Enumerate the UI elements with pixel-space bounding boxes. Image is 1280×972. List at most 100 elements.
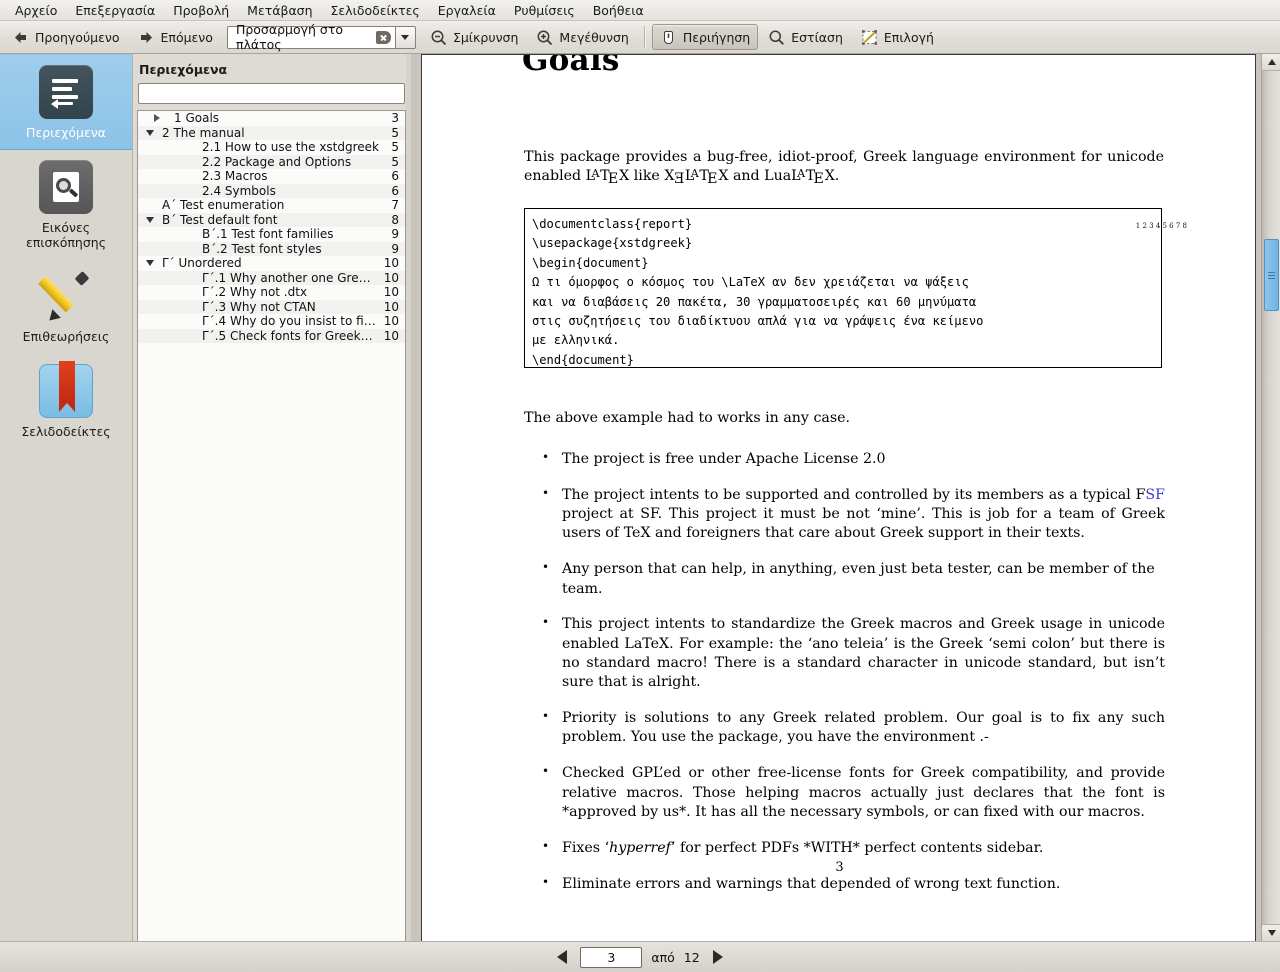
- zoom-out-icon: [430, 29, 447, 46]
- sidebar-item-bookmarks[interactable]: Σελιδοδείκτες: [0, 354, 132, 448]
- contents-panel: Περιεχόμενα 1 Goals 3 2 The manual 5 2.1 How…: [133, 54, 411, 941]
- zoom-tool-button[interactable]: Εστίαση: [760, 24, 851, 50]
- menu-bookmarks[interactable]: Σελιδοδείκτες: [322, 1, 429, 20]
- toc-row[interactable]: Β΄ Test default font 8: [138, 212, 405, 227]
- toc-row[interactable]: 2 The manual 5: [138, 125, 405, 140]
- scroll-up-button[interactable]: [1262, 54, 1280, 71]
- zoom-in-icon: [536, 29, 553, 46]
- menu-edit-label: Επεξεργασία: [75, 2, 156, 18]
- menu-go[interactable]: Μετάβαση: [238, 1, 321, 20]
- menu-file[interactable]: Αρχείο: [6, 1, 66, 20]
- browse-tool-button[interactable]: Περιήγηση: [651, 24, 759, 50]
- document-view: Goals This package provides a bug-free, …: [411, 54, 1280, 941]
- collapse-triangle-icon[interactable]: [138, 260, 162, 267]
- toc-row[interactable]: 2.1 How to use the xstdgreek 5: [138, 140, 405, 155]
- scroll-down-button[interactable]: [1262, 924, 1280, 941]
- sidebar-item-thumbnails-label: Εικόνες επισκόπησης: [25, 220, 107, 250]
- hand-browse-icon: [660, 29, 677, 46]
- sf-link[interactable]: SF: [1145, 487, 1165, 503]
- zoom-level-combobox[interactable]: Προσαρμογή στο πλάτος: [226, 22, 416, 52]
- menu-tools[interactable]: Εργαλεία: [429, 1, 505, 20]
- menu-settings-label: Ρυθμίσεις: [513, 2, 575, 18]
- toc-row-page: 6: [391, 169, 399, 184]
- toc-row[interactable]: Β΄.1 Test font families 9: [138, 227, 405, 242]
- document-scroll-area[interactable]: Goals This package provides a bug-free, …: [411, 54, 1280, 941]
- toc-row[interactable]: Γ΄.4 Why do you insist to fix the PDF 10: [138, 314, 405, 329]
- toc-row-label: Β΄.2 Test font styles: [202, 241, 322, 256]
- zoom-out-label: Σμίκρυνση: [452, 29, 519, 45]
- collapse-triangle-icon[interactable]: [138, 216, 162, 223]
- document-vertical-scrollbar[interactable]: [1261, 54, 1280, 941]
- menu-go-label: Μετάβαση: [247, 2, 313, 18]
- toc-row-page: 5: [391, 125, 399, 140]
- sidebar-item-reviews-label: Επιθεωρήσεις: [22, 329, 110, 345]
- next-page-status-button[interactable]: [709, 948, 727, 966]
- sidebar-item-reviews[interactable]: Επιθεωρήσεις: [0, 259, 132, 353]
- toc-row-page: 5: [391, 154, 399, 169]
- after-code-paragraph: The above example had to works in any ca…: [524, 410, 851, 426]
- toc-row-page: 10: [383, 328, 399, 343]
- sidebar-item-bookmarks-label: Σελιδοδείκτες: [21, 423, 111, 439]
- toc-row-label: Γ΄.4 Why do you insist to fix the PDF: [202, 314, 376, 329]
- main-toolbar: Προηγούμενο Επόμενο Προσαρμογή στο πλάτο…: [0, 21, 1280, 54]
- selection-tool-button[interactable]: Επιλογή: [853, 24, 942, 50]
- toc-row[interactable]: Γ΄.5 Check fonts for Greek support 10: [138, 328, 405, 343]
- zoom-level-field[interactable]: Προσαρμογή στο πλάτος: [226, 22, 395, 52]
- code-text: \documentclass{report} \usepackage{xstdg…: [532, 217, 984, 367]
- code-block: \documentclass{report} \usepackage{xstdg…: [524, 208, 1187, 368]
- menu-view[interactable]: Προβολή: [164, 1, 238, 20]
- toc-row[interactable]: Β΄.2 Test font styles 9: [138, 241, 405, 256]
- zoom-level-value: Προσαρμογή στο πλάτος: [235, 22, 344, 52]
- toc-row[interactable]: Γ΄.2 Why not .dtx 10: [138, 285, 405, 300]
- toc-row[interactable]: 2.3 Macros 6: [138, 169, 405, 184]
- toc-row-page: 7: [391, 198, 399, 213]
- window-body: Περιεχόμενα Εικόνες επισκόπησης Επιθεωρή…: [0, 54, 1280, 941]
- goal-list-item: Eliminate errors and warnings that depen…: [540, 873, 1165, 894]
- toc-row[interactable]: Α΄ Test enumeration 7: [138, 198, 405, 213]
- toc-row[interactable]: 2.2 Package and Options 5: [138, 154, 405, 169]
- page-number-input[interactable]: 3: [580, 946, 643, 968]
- latex-logo: LATEX: [585, 166, 630, 188]
- previous-page-status-button[interactable]: [553, 948, 571, 966]
- previous-page-button[interactable]: Προηγούμενο: [4, 24, 128, 50]
- intro-paragraph: This package provides a bug-free, idiot-…: [524, 149, 1164, 188]
- zoom-in-label: Μεγέθυνση: [559, 29, 629, 45]
- menu-edit[interactable]: Επεξεργασία: [66, 1, 164, 20]
- sidebar-item-contents[interactable]: Περιεχόμενα: [0, 54, 132, 151]
- page-of-label: από: [651, 949, 675, 965]
- zoom-in-button[interactable]: Μεγέθυνση: [528, 24, 636, 50]
- sidebar-rail: Περιεχόμενα Εικόνες επισκόπησης Επιθεωρή…: [0, 54, 133, 941]
- scrollbar-grip-icon: [1268, 270, 1275, 281]
- scrollbar-track[interactable]: [1262, 71, 1280, 924]
- goal-list-item: Any person that can help, in anything, e…: [540, 559, 1165, 599]
- toc-row[interactable]: 2.4 Symbols 6: [138, 183, 405, 198]
- triangle-down-icon: [146, 129, 154, 136]
- bookmark-icon: [39, 360, 93, 418]
- next-page-button[interactable]: Επόμενο: [130, 24, 221, 50]
- menu-view-label: Προβολή: [173, 2, 230, 18]
- menu-settings[interactable]: Ρυθμίσεις: [505, 1, 584, 20]
- arrow-left-icon: [12, 29, 29, 46]
- clear-icon[interactable]: [375, 30, 391, 44]
- toc-row-page: 3: [391, 111, 399, 126]
- goal-list-item: The project is free under Apache License…: [540, 449, 1165, 469]
- toc-row[interactable]: Γ΄.1 Why another one Greek package 10: [138, 270, 405, 285]
- zoom-out-button[interactable]: Σμίκρυνση: [422, 24, 526, 50]
- toc-row[interactable]: 1 Goals 3: [138, 111, 405, 126]
- contents-search-input[interactable]: [138, 83, 405, 104]
- triangle-left-icon: [557, 950, 568, 964]
- scrollbar-thumb[interactable]: [1264, 239, 1279, 311]
- goal-list-item: Checked GPL’ed or other free-license fon…: [540, 763, 1165, 822]
- toc-row-page: 10: [383, 299, 399, 314]
- previous-page-label: Προηγούμενο: [35, 29, 120, 45]
- collapse-triangle-icon[interactable]: [138, 129, 162, 136]
- toc-row[interactable]: Γ΄ Unordered 10: [138, 256, 405, 271]
- sidebar-item-thumbnails[interactable]: Εικόνες επισκόπησης: [0, 150, 132, 259]
- expand-triangle-icon[interactable]: [138, 114, 162, 123]
- zoom-dropdown-button[interactable]: [394, 25, 416, 49]
- goal-list-item: Priority is solutions to any Greek relat…: [540, 708, 1165, 748]
- menu-help[interactable]: Βοήθεια: [584, 1, 653, 20]
- contents-tree[interactable]: 1 Goals 3 2 The manual 5 2.1 How to use the …: [137, 110, 406, 941]
- toc-row[interactable]: Γ΄.3 Why not CTAN 10: [138, 299, 405, 314]
- next-page-label: Επόμενο: [160, 29, 213, 45]
